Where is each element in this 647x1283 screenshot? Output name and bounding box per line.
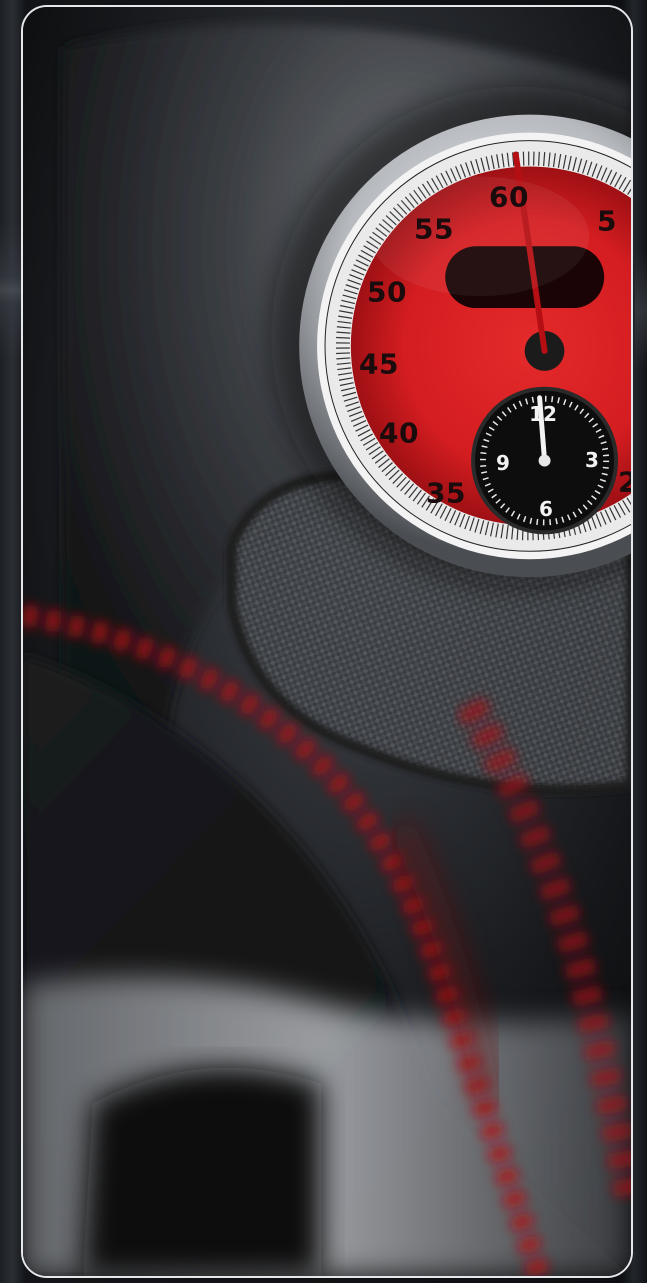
dial-label-40: 40 [379,416,419,450]
dial-label-5: 5 [597,204,617,238]
dial-label-35: 35 [426,476,466,510]
image-card: 60 5 55 50 45 40 35 2 12 3 6 9 [21,5,633,1278]
subdial-label-3: 3 [585,448,599,472]
dial-label-2: 2 [618,466,631,499]
subdial-label-9: 9 [496,451,510,475]
dial-label-60: 60 [489,180,529,214]
dial-label-45: 45 [359,347,399,381]
dial-label-55: 55 [414,212,454,246]
subdial-label-6: 6 [539,497,553,521]
subdial-label-12: 12 [529,402,557,426]
dashboard-photo [23,7,631,1276]
dial-label-50: 50 [367,275,407,309]
